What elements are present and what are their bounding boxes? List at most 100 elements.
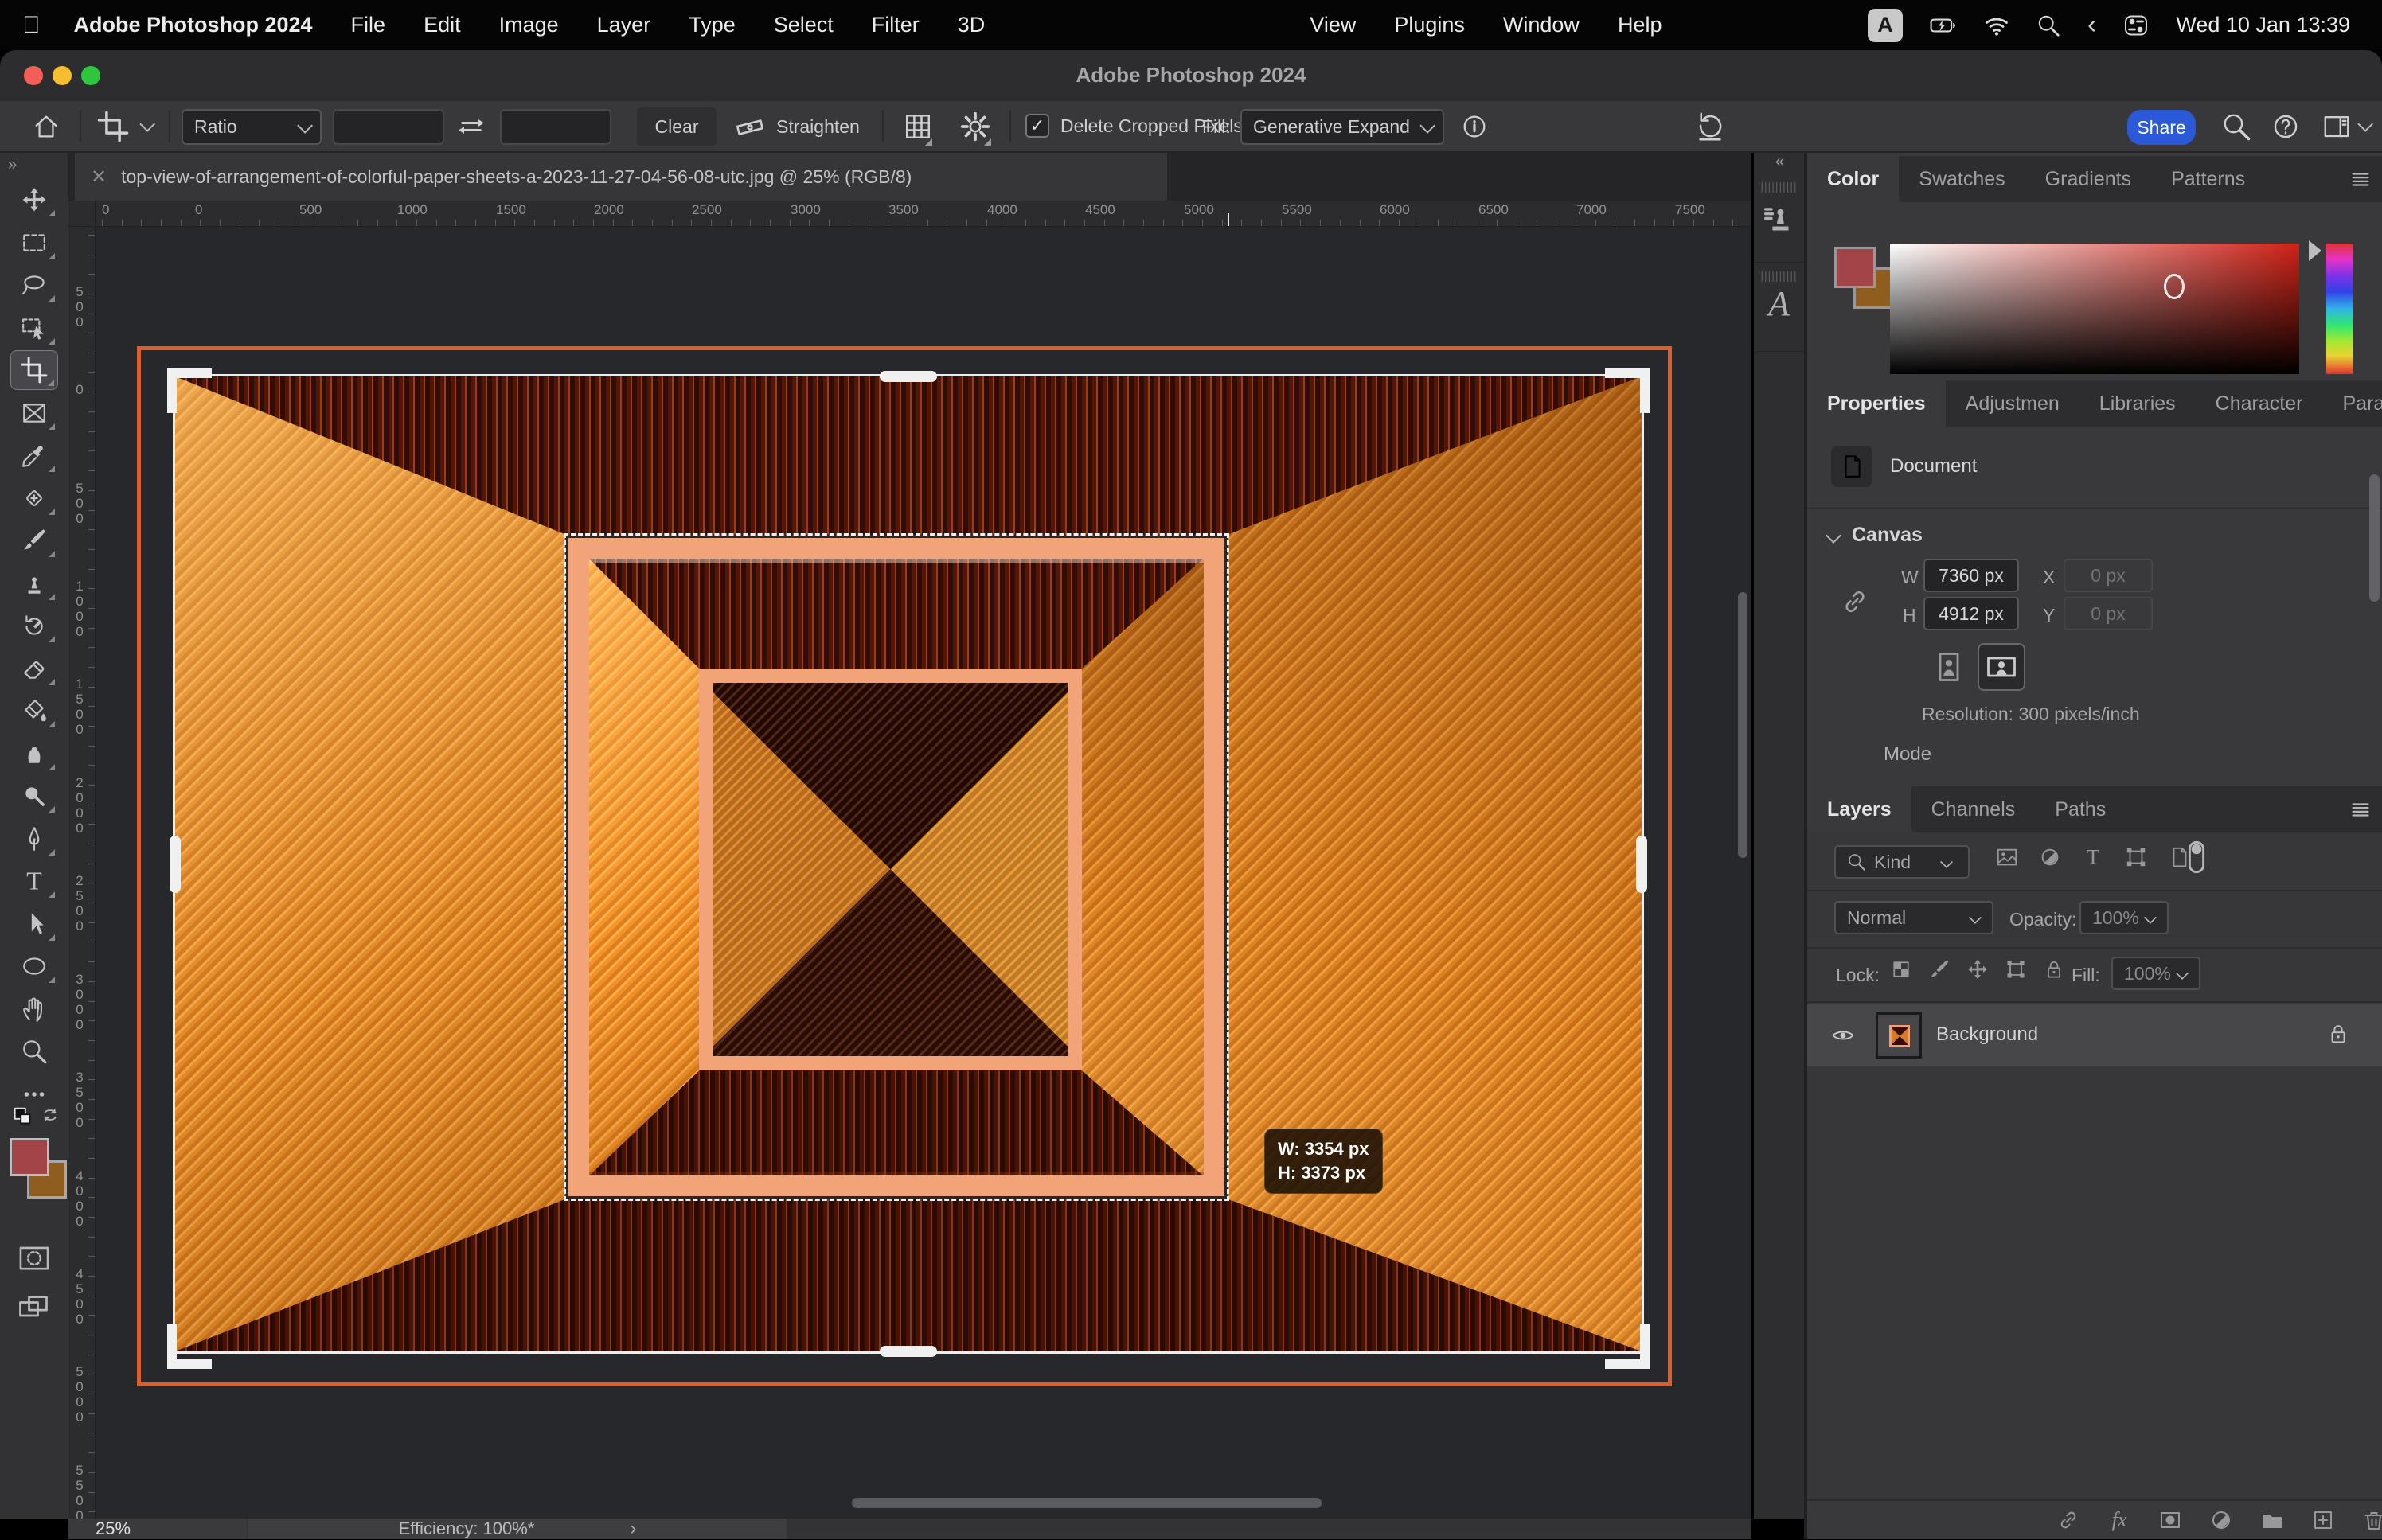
- menu-file[interactable]: File: [351, 13, 386, 37]
- menu-help[interactable]: Help: [1618, 13, 1662, 37]
- menu-window[interactable]: Window: [1503, 13, 1580, 37]
- crop-settings-gear-icon[interactable]: [959, 111, 991, 142]
- color-color-tab[interactable]: Color: [1807, 156, 1899, 202]
- crop-overlay-options-icon[interactable]: [902, 111, 934, 142]
- fill-mode-select[interactable]: Generative Expand: [1240, 109, 1444, 145]
- layers-menu-icon[interactable]: [2126, 786, 2382, 832]
- vertical-scrollbar[interactable]: [1738, 592, 1747, 858]
- layers-paths-tab[interactable]: Paths: [2035, 786, 2126, 832]
- layer-filter-toggle-icon[interactable]: [2178, 839, 2215, 875]
- blend-mode-select[interactable]: Normal: [1834, 901, 1993, 934]
- app-menu-title[interactable]: Adobe Photoshop 2024: [74, 13, 313, 37]
- type-layer-filter-icon[interactable]: T: [2081, 845, 2105, 869]
- tool-preset-chevron-icon[interactable]: [139, 116, 155, 132]
- swap-dimensions-icon[interactable]: [457, 112, 486, 141]
- type-tool[interactable]: T: [10, 861, 58, 901]
- canvas-y-input[interactable]: 0 px: [2064, 597, 2153, 630]
- properties-adjustmen-tab[interactable]: Adjustmen: [1946, 380, 2079, 427]
- lock-all-icon[interactable]: [2043, 958, 2065, 981]
- canvas-height-input[interactable]: 4912 px: [1923, 597, 2019, 630]
- status-chevron-icon[interactable]: ›: [630, 1518, 636, 1540]
- crop-tool[interactable]: [10, 350, 58, 390]
- layer-thumbnail[interactable]: [1876, 1012, 1922, 1059]
- layers-layers-tab[interactable]: Layers: [1807, 786, 1911, 832]
- ellipse-tool[interactable]: [10, 946, 58, 986]
- fill-input[interactable]: 100%: [2111, 957, 2200, 990]
- new-layer-icon[interactable]: [2310, 1507, 2336, 1533]
- lock-transparency-icon[interactable]: [1890, 958, 1912, 981]
- shape-layer-filter-icon[interactable]: [2124, 845, 2148, 869]
- ruler-origin-corner[interactable]: [68, 201, 96, 227]
- spotlight-search-icon[interactable]: [2036, 14, 2060, 37]
- crop-ratio-width-input[interactable]: [333, 109, 444, 145]
- crop-ratio-height-input[interactable]: [500, 109, 611, 145]
- info-icon[interactable]: [1460, 112, 1489, 141]
- eyedropper-tool[interactable]: [10, 435, 58, 475]
- lock-position-icon[interactable]: [1966, 958, 1989, 981]
- new-adjustment-layer-icon[interactable]: [2208, 1507, 2234, 1533]
- document-tab[interactable]: ✕ top-view-of-arrangement-of-colorful-pa…: [75, 153, 1167, 201]
- photo-image[interactable]: [175, 376, 1642, 1351]
- default-colors-icon[interactable]: [11, 1105, 35, 1129]
- crop-tool-preset-icon[interactable]: [97, 111, 129, 142]
- canvas-width-input[interactable]: 7360 px: [1923, 559, 2019, 592]
- color-patterns-tab[interactable]: Patterns: [2151, 156, 2265, 202]
- crop-preview-selection[interactable]: [564, 533, 1229, 1201]
- wifi-icon[interactable]: [1984, 13, 2009, 38]
- delete-layer-icon[interactable]: [2361, 1507, 2382, 1533]
- portrait-orientation-button[interactable]: [1931, 649, 1966, 684]
- color-field[interactable]: [1890, 244, 2299, 374]
- workspace-chevron-icon[interactable]: [2357, 116, 2373, 132]
- search-icon[interactable]: [2221, 111, 2251, 142]
- panel-foreground-swatch[interactable]: [1834, 247, 1876, 288]
- zoom-level-field[interactable]: 25%: [68, 1519, 247, 1539]
- add-layer-mask-icon[interactable]: [2157, 1507, 2183, 1533]
- spot-healing-brush-tool[interactable]: [10, 478, 58, 518]
- rectangular-marquee-tool[interactable]: [10, 223, 58, 263]
- properties-scrollbar[interactable]: [2369, 474, 2380, 602]
- layer-effects-icon[interactable]: fx: [2107, 1507, 2132, 1533]
- foreground-color-swatch[interactable]: [10, 1138, 49, 1176]
- vertical-ruler[interactable]: 5000500100015002000250030003500400045005…: [68, 227, 96, 1519]
- color-swatches-tab[interactable]: Swatches: [1899, 156, 2025, 202]
- crop-handle-left[interactable]: [170, 836, 181, 893]
- crop-handle-top-left[interactable]: [167, 368, 212, 413]
- color-menu-icon[interactable]: [2265, 156, 2382, 202]
- properties-properties-tab[interactable]: Properties: [1807, 380, 1946, 427]
- crop-handle-bottom-left[interactable]: [167, 1324, 212, 1369]
- move-tool[interactable]: [10, 180, 58, 220]
- close-document-icon[interactable]: ✕: [91, 166, 107, 189]
- hand-tool[interactable]: [10, 989, 58, 1029]
- link-layers-icon[interactable]: [2056, 1507, 2081, 1533]
- properties-character-tab[interactable]: Character: [2196, 380, 2323, 427]
- workspace-switcher-icon[interactable]: [2321, 111, 2352, 142]
- menu-image[interactable]: Image: [499, 13, 559, 37]
- chevron-left-icon[interactable]: ‹: [2087, 10, 2096, 41]
- adjustment-layer-filter-icon[interactable]: [2038, 845, 2062, 869]
- canvas-viewport[interactable]: W: 3354 px H: 3373 px: [96, 227, 1751, 1519]
- clone-stamp-tool[interactable]: [10, 563, 58, 603]
- zoom-tool[interactable]: [10, 1031, 58, 1071]
- menu-view[interactable]: View: [1310, 13, 1356, 37]
- home-screen-icon[interactable]: [32, 112, 61, 141]
- history-panel-button[interactable]: ||||||||||: [1754, 173, 1804, 263]
- toolbar-expand-icon[interactable]: »: [8, 156, 68, 174]
- frame-tool[interactable]: [10, 393, 58, 433]
- straighten-icon[interactable]: [734, 111, 766, 143]
- object-selection-tool[interactable]: [10, 308, 58, 348]
- help-icon[interactable]: [2271, 111, 2301, 142]
- input-source-badge[interactable]: A: [1868, 9, 1903, 42]
- eraser-tool[interactable]: [10, 649, 58, 688]
- paint-bucket-tool[interactable]: [10, 691, 58, 731]
- clear-button[interactable]: Clear: [637, 107, 717, 146]
- brush-tool[interactable]: [10, 520, 58, 560]
- menu-clock[interactable]: Wed 10 Jan 13:39: [2176, 13, 2350, 37]
- lock-artboard-icon[interactable]: [2005, 958, 2027, 981]
- layer-row-background[interactable]: Background: [1807, 1004, 2382, 1066]
- menu-filter[interactable]: Filter: [872, 13, 920, 37]
- crop-handle-bottom-right[interactable]: [1605, 1324, 1650, 1369]
- menu-plugins[interactable]: Plugins: [1394, 13, 1465, 37]
- path-selection-tool[interactable]: [10, 904, 58, 944]
- status-info[interactable]: Efficiency: 100%* ›: [248, 1519, 787, 1539]
- menu-select[interactable]: Select: [774, 13, 834, 37]
